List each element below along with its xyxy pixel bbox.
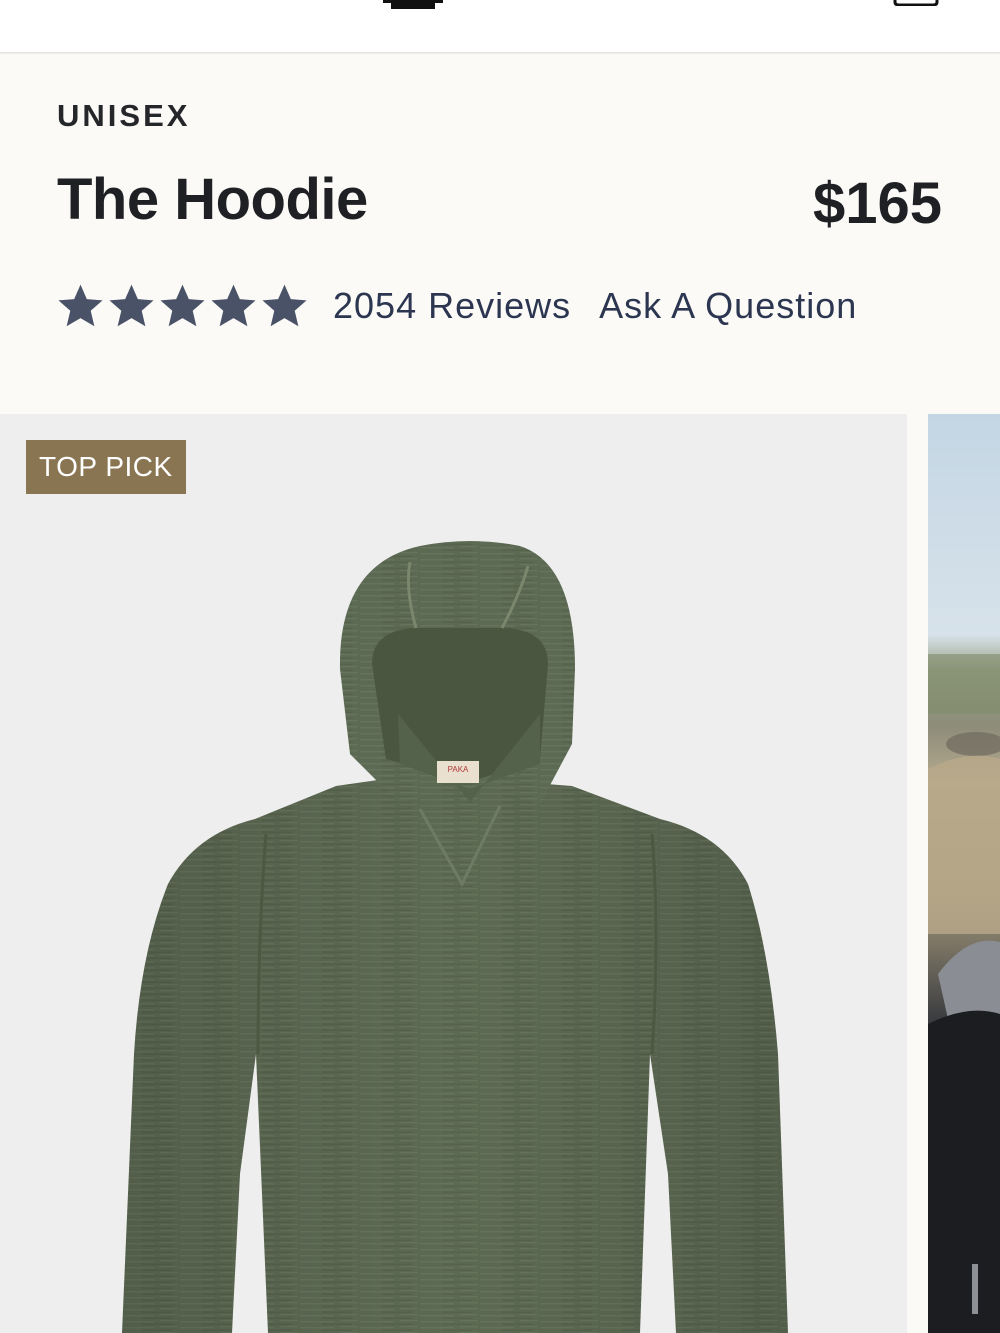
hoodie-tag-text: PAKA [448,765,469,774]
brand-logo[interactable] [383,0,443,10]
product-info: UNISEX The Hoodie $165 2054 Reviews Ask … [0,54,1000,414]
star-icon [160,284,205,326]
product-price: $165 [812,171,942,236]
product-title: The Hoodie [57,167,368,232]
ask-question-link[interactable]: Ask A Question [599,285,857,327]
product-gallery[interactable]: PAKA TOP PICK [0,414,1000,1333]
star-icon [58,284,103,326]
site-header [0,0,1000,53]
star-icon [262,284,307,326]
star-icon [211,284,256,326]
star-rating[interactable] [56,283,309,330]
lifestyle-photo [928,654,1000,1333]
gallery-slide-main[interactable]: PAKA TOP PICK [0,414,907,1333]
reviews-link[interactable]: 2054 Reviews [333,285,571,327]
star-icon [109,284,154,326]
gallery-slide-next[interactable] [928,414,1000,1333]
hoodie-image: PAKA [122,541,788,1333]
product-category: UNISEX [57,98,191,133]
top-pick-badge: TOP PICK [26,440,186,494]
rating-row: 2054 Reviews Ask A Question [56,280,857,332]
cart-icon[interactable] [893,0,939,6]
